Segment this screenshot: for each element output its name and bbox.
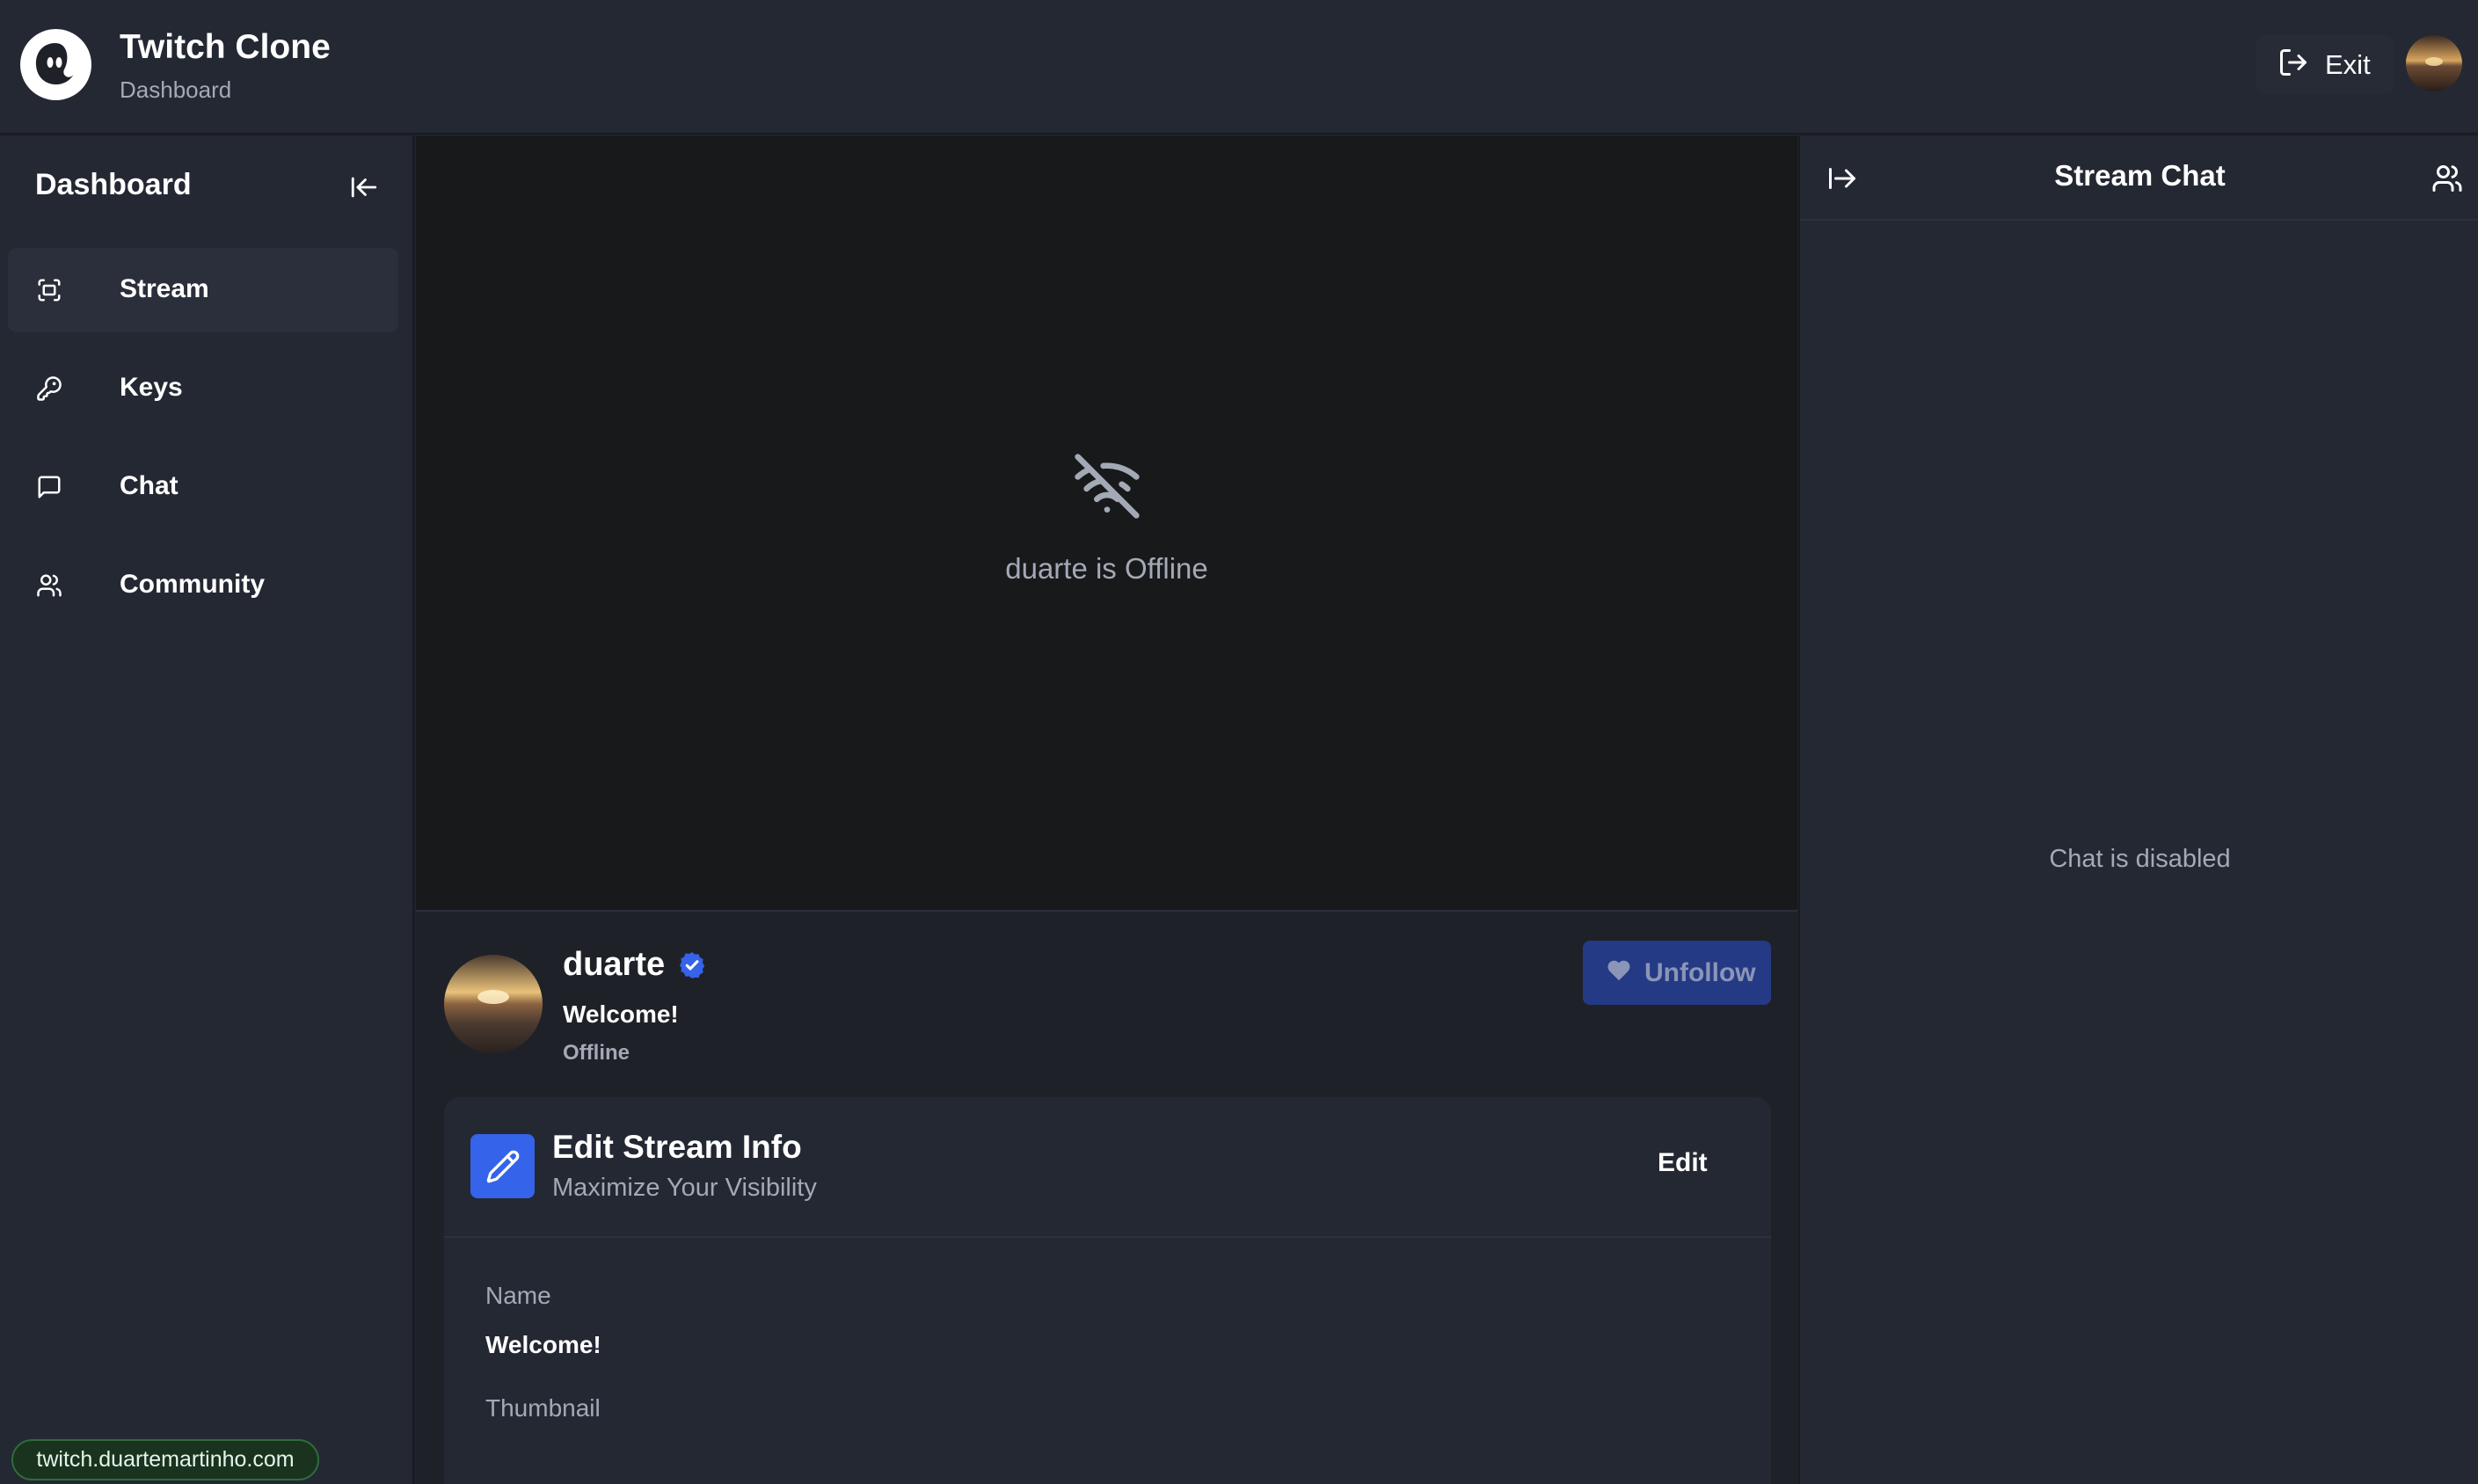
site-url-badge[interactable]: twitch.duartemartinho.com (11, 1439, 319, 1480)
app-title: Twitch Clone (120, 28, 331, 66)
sidebar-item-stream[interactable]: Stream (8, 248, 398, 332)
edit-stream-card-header: Edit Stream Info Maximize Your Visibilit… (444, 1097, 1771, 1238)
users-icon (36, 572, 62, 599)
chat-header: Stream Chat (1800, 136, 2478, 221)
video-player[interactable]: duarte is Offline (416, 136, 1797, 912)
sidebar-item-community[interactable]: Community (8, 543, 398, 628)
sidebar-item-chat[interactable]: Chat (8, 445, 398, 529)
unfollow-label: Unfollow (1644, 957, 1756, 987)
collapse-sidebar-button[interactable] (345, 170, 383, 208)
sidebar-item-label: Community (120, 570, 265, 599)
logo-icon[interactable] (20, 29, 91, 100)
sidebar-item-label: Stream (120, 274, 209, 303)
name-value: Welcome! (485, 1331, 601, 1358)
name-label: Name (485, 1282, 551, 1309)
streamer-avatar[interactable] (444, 955, 543, 1053)
stream-status: Offline (563, 1041, 630, 1065)
edit-stream-card: Edit Stream Info Maximize Your Visibilit… (444, 1097, 1771, 1484)
user-avatar[interactable] (2406, 35, 2462, 91)
chat-panel: Stream Chat Chat is disabled (1798, 136, 2478, 1484)
chat-disabled-message: Chat is disabled (2049, 845, 2231, 873)
sidebar-title: Dashboard (35, 168, 192, 201)
app-subtitle: Dashboard (120, 76, 232, 103)
pencil-icon (470, 1134, 535, 1198)
stream-title: Welcome! (563, 1000, 679, 1028)
fullscreen-icon (36, 277, 62, 303)
exit-button[interactable]: Exit (2256, 35, 2394, 94)
heart-icon (1606, 957, 1632, 988)
exit-label: Exit (2325, 48, 2371, 80)
edit-card-subtitle: Maximize Your Visibility (552, 1174, 817, 1202)
edit-card-title: Edit Stream Info (552, 1129, 802, 1165)
sidebar-item-keys[interactable]: Keys (8, 346, 398, 431)
verified-badge-icon (677, 950, 707, 980)
wifi-off-icon (1072, 451, 1142, 521)
key-icon (36, 375, 62, 402)
unfollow-button[interactable]: Unfollow (1583, 941, 1771, 1005)
message-square-icon (36, 474, 62, 500)
edit-button[interactable]: Edit (1658, 1148, 1708, 1178)
sidebar-item-label: Chat (120, 471, 179, 500)
sidebar: Dashboard Stream Keys Chat Community (0, 136, 414, 1484)
top-header: Twitch Clone Dashboard Exit (0, 0, 2478, 135)
thumbnail-label: Thumbnail (485, 1394, 601, 1422)
offline-message: duarte is Offline (1005, 552, 1208, 585)
users-icon[interactable] (2431, 163, 2463, 194)
chat-title: Stream Chat (2054, 159, 2226, 192)
arrow-left-to-line-icon (349, 172, 379, 207)
log-out-icon (2278, 47, 2309, 83)
app-root: Twitch Clone Dashboard Exit Dashboard St… (0, 0, 2478, 1484)
streamer-name[interactable]: duarte (563, 946, 665, 984)
sidebar-item-label: Keys (120, 373, 183, 402)
